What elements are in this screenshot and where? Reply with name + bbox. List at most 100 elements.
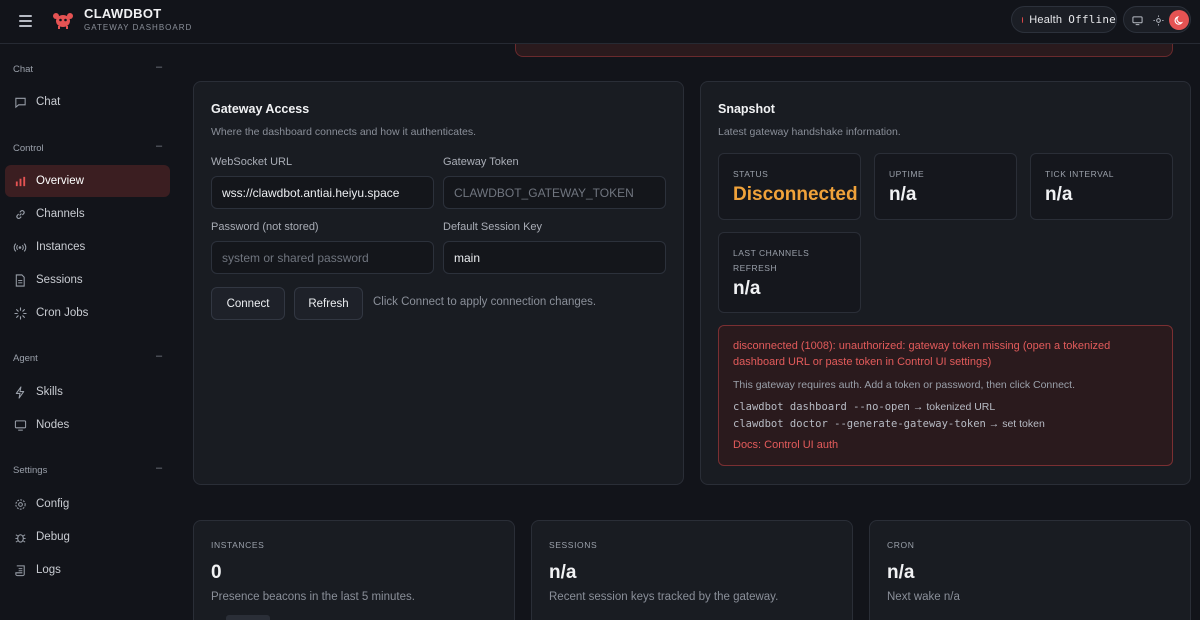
command-desc: set token [1002,418,1045,430]
horizontal-scrollbar[interactable] [226,615,270,620]
sidebar-item-label: Nodes [36,419,70,431]
bug-icon [13,530,27,544]
last-channels-refresh-value: n/a [733,278,761,299]
cron-label: CRON [887,540,915,550]
nav-group-agent: Agent [13,353,38,364]
session-key-label: Default Session Key [443,221,543,233]
cron-note: Next wake n/a [887,591,960,603]
uptime-value: n/a [889,184,917,205]
sessions-label: SESSIONS [549,540,598,550]
instances-card: INSTANCES 0 Presence beacons in the last… [193,520,515,620]
top-bar: CLAWDBOT GATEWAY DASHBOARD Health Offlin… [0,0,1200,44]
gateway-token-label: Gateway Token [443,156,519,168]
collapse-settings-toggle[interactable]: – [156,462,162,474]
command-hint-doctor: clawdbot doctor --generate-gateway-token… [733,418,1045,430]
sidebar-item-instances[interactable]: Instances [5,231,170,263]
cron-value: n/a [887,562,915,583]
sessions-card: SESSIONS n/a Recent session keys tracked… [531,520,853,620]
stat-label: TICK INTERVAL [1045,169,1115,179]
sessions-note: Recent session keys tracked by the gatew… [549,591,779,603]
collapse-agent-toggle[interactable]: – [156,350,162,362]
stat-label-line: REFRESH [733,263,778,273]
broadcast-icon [13,240,27,254]
loader-icon [13,306,27,320]
nav-group-chat: Chat [13,64,34,75]
sidebar-item-label: Overview [36,175,84,187]
sidebar-item-label: Sessions [36,274,83,286]
monitor-icon[interactable] [1127,10,1147,30]
sidebar-item-skills[interactable]: Skills [5,376,170,408]
sidebar-item-label: Skills [36,386,63,398]
collapse-control-toggle[interactable]: – [156,140,162,152]
link-icon [13,207,27,221]
stat-label: UPTIME [889,169,925,179]
snapshot-subtitle: Latest gateway handshake information. [718,126,901,138]
brand-title: CLAWDBOT [84,6,162,21]
stat-label: STATUS [733,169,769,179]
nav-group-settings: Settings [13,465,48,476]
collapse-chat-toggle[interactable]: – [156,61,162,73]
command-desc: tokenized URL [926,401,996,413]
instances-note: Presence beacons in the last 5 minutes. [211,591,415,603]
theme-switcher [1123,6,1191,33]
sidebar-item-debug[interactable]: Debug [5,521,170,553]
websocket-url-label: WebSocket URL [211,156,293,168]
uptime-stat: UPTIME n/a [874,153,1017,220]
refresh-button[interactable]: Refresh [294,287,363,320]
arrow-icon: → [910,401,927,413]
gateway-token-input[interactable]: CLAWDBOT_GATEWAY_TOKEN [443,176,666,209]
session-key-input[interactable]: main [443,241,666,274]
command-text: clawdbot dashboard --no-open [733,401,911,413]
scroll-icon [13,563,27,577]
sidebar-item-channels[interactable]: Channels [5,198,170,230]
websocket-url-input[interactable]: wss://clawdbot.antiai.heiyu.space [211,176,434,209]
hamburger-menu-icon[interactable] [14,10,38,32]
sun-icon[interactable] [1148,10,1168,30]
sidebar-item-logs[interactable]: Logs [5,554,170,586]
gateway-access-title: Gateway Access [211,102,310,116]
bolt-icon [13,385,27,399]
health-status-pill[interactable]: Health Offline [1011,6,1117,33]
sidebar-item-label: Config [36,498,70,510]
status-dot-icon [1022,16,1024,23]
error-note: This gateway requires auth. Add a token … [733,379,1076,391]
gateway-access-card: Gateway Access Where the dashboard conne… [193,81,684,485]
sessions-value: n/a [549,562,577,583]
gateway-access-subtitle: Where the dashboard connects and how it … [211,126,477,138]
alert-banner-edge [515,44,1173,57]
arrow-icon: → [985,418,1003,430]
stat-label: LAST CHANNELS REFRESH [733,246,809,276]
sidebar-item-config[interactable]: Config [5,488,170,520]
brand-subtitle: GATEWAY DASHBOARD [84,23,193,32]
bar-chart-icon [13,174,27,188]
connect-hint: Click Connect to apply connection change… [373,296,597,308]
tick-interval-value: n/a [1045,184,1073,205]
sidebar-item-cron-jobs[interactable]: Cron Jobs [5,297,170,329]
password-input[interactable]: system or shared password [211,241,434,274]
moon-icon[interactable] [1169,10,1189,30]
status-stat: STATUS Disconnected [718,153,861,220]
lobster-logo-icon [53,13,73,29]
monitor-icon [13,418,27,432]
health-label: Health [1029,13,1063,26]
gear-icon [13,497,27,511]
sidebar: Chat – Chat Control – Overview Channels … [0,44,176,620]
last-channels-refresh-stat: LAST CHANNELS REFRESH n/a [718,232,861,313]
tick-interval-stat: TICK INTERVAL n/a [1030,153,1173,220]
document-icon [13,273,27,287]
command-hint-dashboard: clawdbot dashboard --no-open → tokenized… [733,401,995,413]
sidebar-item-chat[interactable]: Chat [5,86,170,118]
instances-label: INSTANCES [211,540,265,550]
password-label: Password (not stored) [211,221,319,233]
chat-bubble-icon [13,95,27,109]
health-status: Offline [1068,13,1116,26]
sidebar-item-label: Instances [36,241,86,253]
sidebar-item-overview[interactable]: Overview [5,165,170,197]
sidebar-item-label: Cron Jobs [36,307,89,319]
docs-auth-link[interactable]: Docs: Control UI auth [733,439,838,451]
nav-group-control: Control [13,143,44,154]
sidebar-item-nodes[interactable]: Nodes [5,409,170,441]
connect-button[interactable]: Connect [211,287,285,320]
sidebar-item-sessions[interactable]: Sessions [5,264,170,296]
auth-error-callout: disconnected (1008): unauthorized: gatew… [718,325,1173,466]
